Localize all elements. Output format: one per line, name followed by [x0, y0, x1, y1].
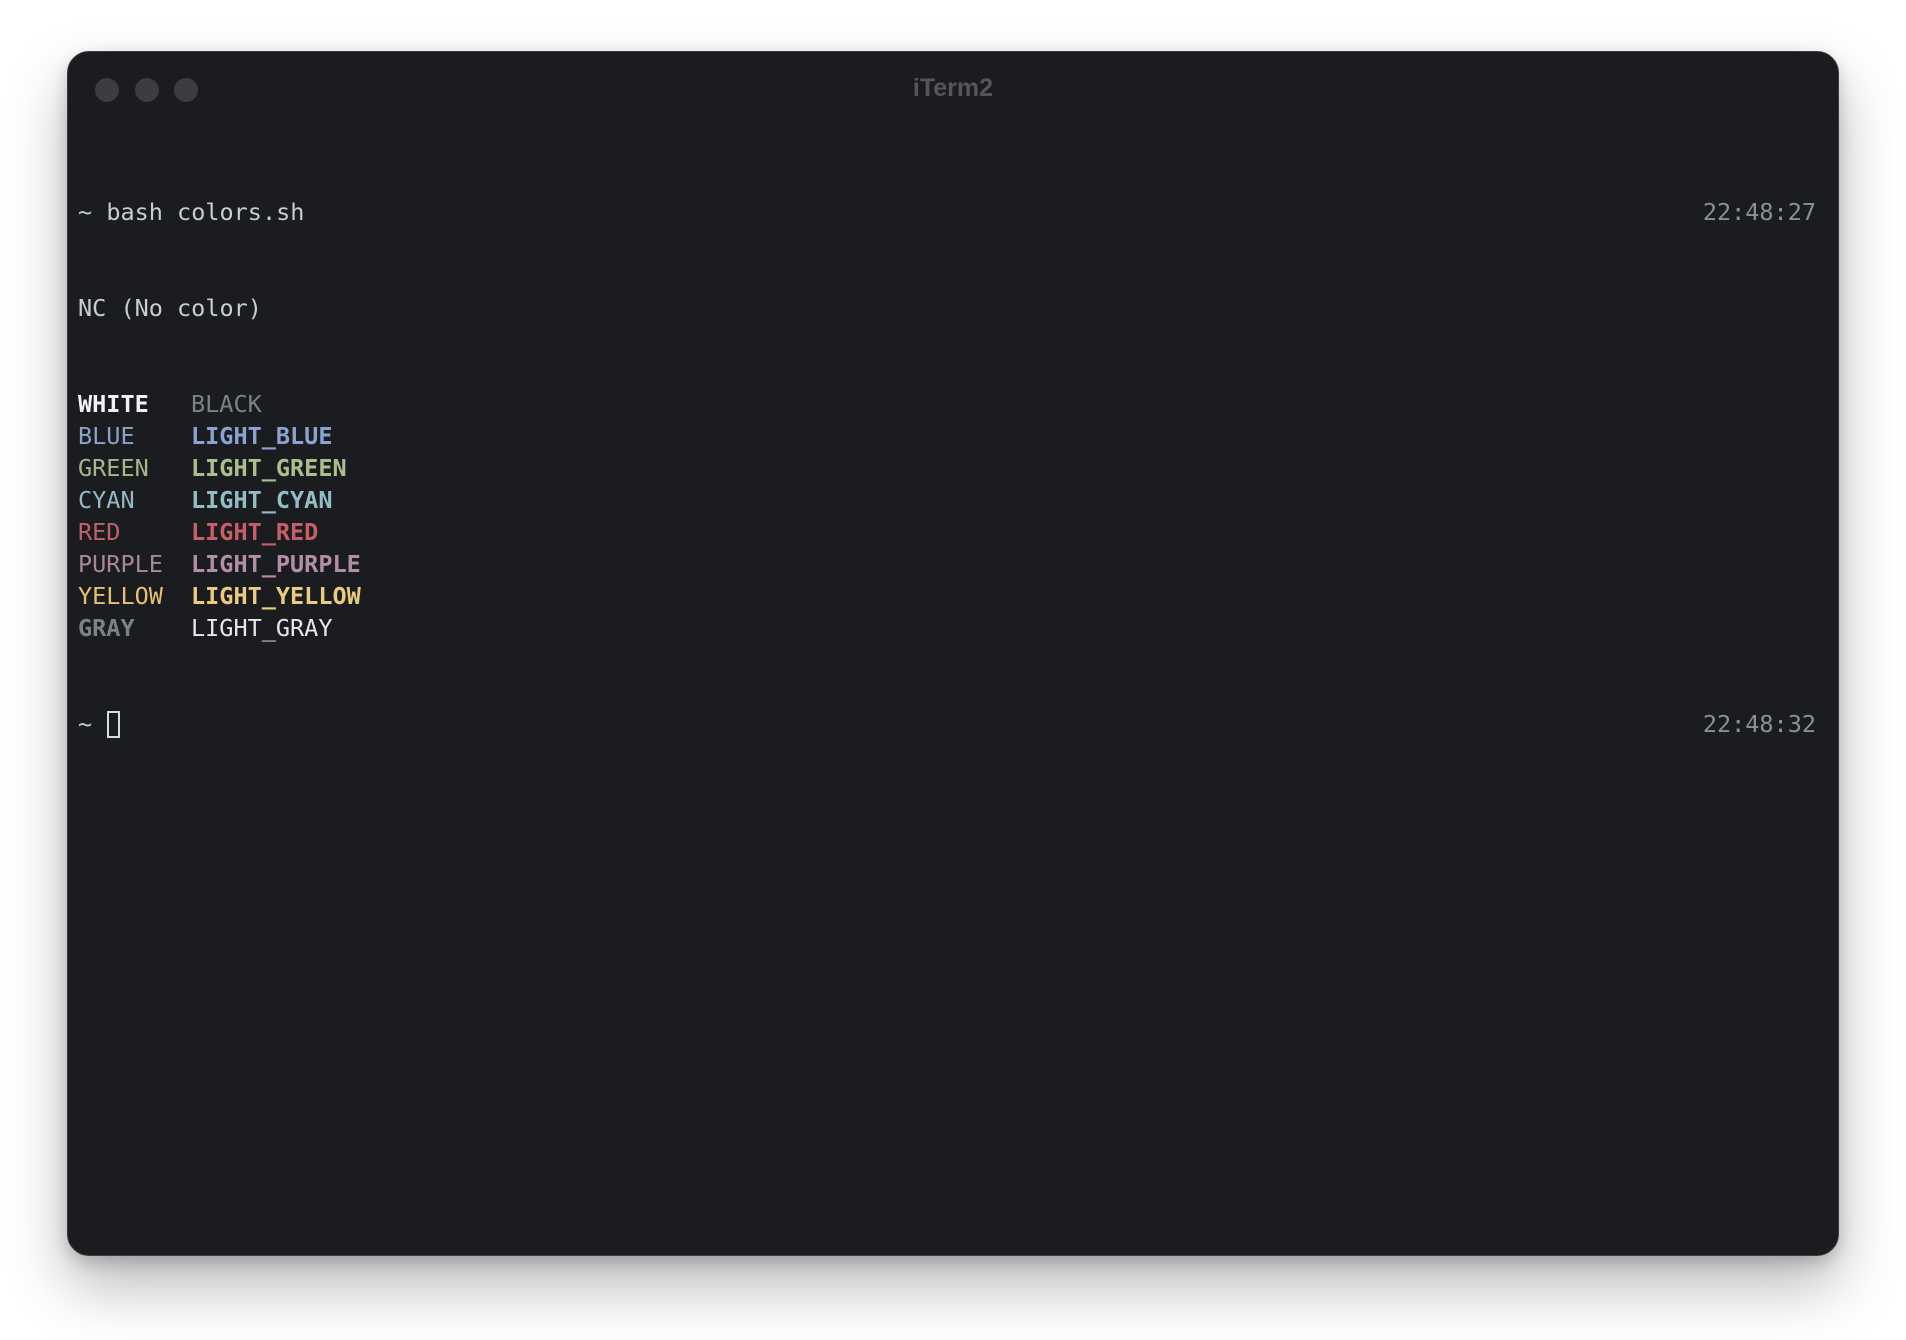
prompt-tilde: ~ — [78, 198, 93, 226]
color-name-left: GRAY — [78, 614, 135, 642]
terminal-window: iTerm2 ~ bash colors.sh 22:48:27 NC (No c… — [67, 51, 1839, 1256]
command-line: ~ bash colors.sh 22:48:27 — [78, 196, 1816, 228]
color-name-left: BLUE — [78, 422, 135, 450]
terminal-output[interactable]: ~ bash colors.sh 22:48:27 NC (No color) W… — [78, 132, 1816, 804]
color-name-left: PURPLE — [78, 550, 163, 578]
color-name-left: CYAN — [78, 486, 135, 514]
prompt-timestamp: 22:48:32 — [1702, 710, 1816, 738]
color-name-left: GREEN — [78, 454, 149, 482]
color-name-left: YELLOW — [78, 582, 163, 610]
color-name-right: LIGHT_YELLOW — [191, 582, 361, 610]
color-name-left: RED — [78, 518, 121, 546]
color-name-right: LIGHT_GREEN — [191, 454, 347, 482]
title-bar[interactable]: iTerm2 — [68, 52, 1838, 128]
color-name-right: LIGHT_BLUE — [191, 422, 333, 450]
command-timestamp: 22:48:27 — [1702, 198, 1816, 226]
color-name-right: LIGHT_RED — [191, 518, 319, 546]
color-name-left: WHITE — [78, 390, 149, 418]
prompt-line: ~ 22:48:32 — [78, 708, 1816, 740]
color-row: CYAN LIGHT_CYAN — [78, 484, 1816, 516]
color-row: RED LIGHT_RED — [78, 516, 1816, 548]
cursor-block — [107, 711, 121, 738]
color-row: PURPLE LIGHT_PURPLE — [78, 548, 1816, 580]
nc-line: NC (No color) — [78, 294, 262, 322]
color-name-right: BLACK — [191, 390, 262, 418]
prompt-tilde: ~ — [78, 710, 93, 738]
color-row: GRAY LIGHT_GRAY — [78, 612, 1816, 644]
window-title: iTerm2 — [912, 74, 994, 102]
color-row: GREEN LIGHT_GREEN — [78, 452, 1816, 484]
color-row: WHITE BLACK — [78, 388, 1816, 420]
color-name-right: LIGHT_PURPLE — [191, 550, 361, 578]
color-name-right: LIGHT_CYAN — [191, 486, 333, 514]
color-name-right: LIGHT_GRAY — [191, 614, 333, 642]
color-row: BLUE LIGHT_BLUE — [78, 420, 1816, 452]
command-text: bash colors.sh — [106, 198, 305, 226]
color-row: YELLOW LIGHT_YELLOW — [78, 580, 1816, 612]
